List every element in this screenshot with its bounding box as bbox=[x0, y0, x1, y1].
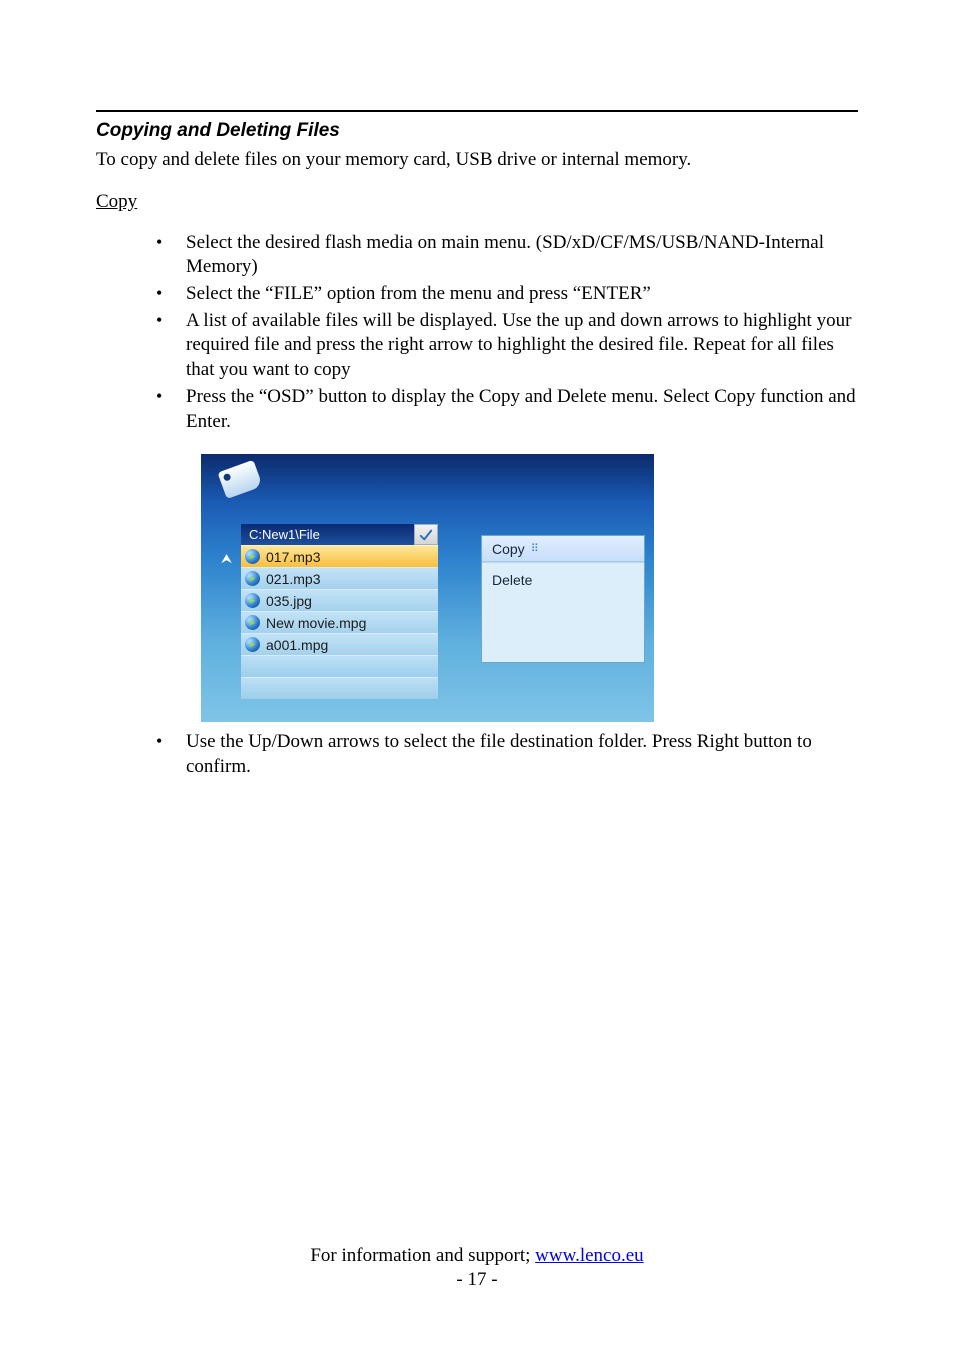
instruction-item: A list of available files will be displa… bbox=[156, 309, 858, 383]
instruction-item: Use the Up/Down arrows to select the fil… bbox=[156, 730, 858, 779]
menu-item-delete[interactable]: Delete bbox=[482, 562, 644, 662]
menu-item-copy[interactable]: Copy ⠿ bbox=[482, 536, 644, 562]
instruction-item: Press the “OSD” button to display the Co… bbox=[156, 385, 858, 434]
instruction-list-continued: Use the Up/Down arrows to select the fil… bbox=[96, 730, 858, 779]
menu-label: Delete bbox=[492, 567, 532, 593]
file-name: 035.jpg bbox=[266, 593, 312, 609]
footer-prefix: For information and support; bbox=[310, 1245, 535, 1266]
intro-paragraph: To copy and delete files on your memory … bbox=[96, 148, 858, 173]
path-bar: C:New1\File bbox=[241, 524, 438, 545]
file-name: a001.mpg bbox=[266, 637, 328, 653]
up-level-icon: ⮝ bbox=[221, 551, 232, 567]
section-heading: Copying and Deleting Files bbox=[96, 120, 858, 142]
check-pencil-icon bbox=[414, 524, 438, 545]
instruction-list: Select the desired flash media on main m… bbox=[96, 231, 858, 435]
file-row-empty bbox=[241, 655, 438, 677]
copy-delete-menu: Copy ⠿ Delete bbox=[481, 535, 645, 663]
page-footer: For information and support; www.lenco.e… bbox=[0, 1244, 954, 1293]
instruction-item: Select the desired flash media on main m… bbox=[156, 231, 858, 280]
file-row[interactable]: ▸ 035.jpg bbox=[241, 589, 438, 611]
footer-link[interactable]: www.lenco.eu bbox=[535, 1245, 644, 1266]
page-number: - 17 - bbox=[0, 1268, 954, 1293]
file-orb-icon: ▸ bbox=[245, 549, 260, 564]
menu-label: Copy bbox=[492, 536, 525, 562]
copy-subheading: Copy bbox=[96, 191, 858, 213]
file-row-empty bbox=[241, 677, 438, 699]
instruction-item: Select the “FILE” option from the menu a… bbox=[156, 282, 858, 307]
file-orb-icon: ▸ bbox=[245, 593, 260, 608]
file-row[interactable]: ▸ a001.mpg bbox=[241, 633, 438, 655]
file-row[interactable]: ▸ 021.mp3 bbox=[241, 567, 438, 589]
section-divider bbox=[96, 110, 858, 112]
file-name: 021.mp3 bbox=[266, 571, 320, 587]
file-orb-icon: ▸ bbox=[245, 637, 260, 652]
file-list: ▸ 017.mp3 ▸ 021.mp3 ▸ 035.jpg ▸ New movi… bbox=[241, 545, 438, 699]
file-name: 017.mp3 bbox=[266, 549, 320, 565]
ellipsis-icon: ⠿ bbox=[531, 536, 538, 562]
file-row[interactable]: ▸ New movie.mpg bbox=[241, 611, 438, 633]
file-orb-icon: ▸ bbox=[245, 571, 260, 586]
tag-icon bbox=[217, 458, 272, 511]
file-orb-icon: ▸ bbox=[245, 615, 260, 630]
file-name: New movie.mpg bbox=[266, 615, 366, 631]
file-browser-screenshot: C:New1\File ⮝ ▸ 017.mp3 ▸ 021.mp3 ▸ 035.… bbox=[201, 454, 654, 722]
file-row[interactable]: ▸ 017.mp3 bbox=[241, 545, 438, 567]
